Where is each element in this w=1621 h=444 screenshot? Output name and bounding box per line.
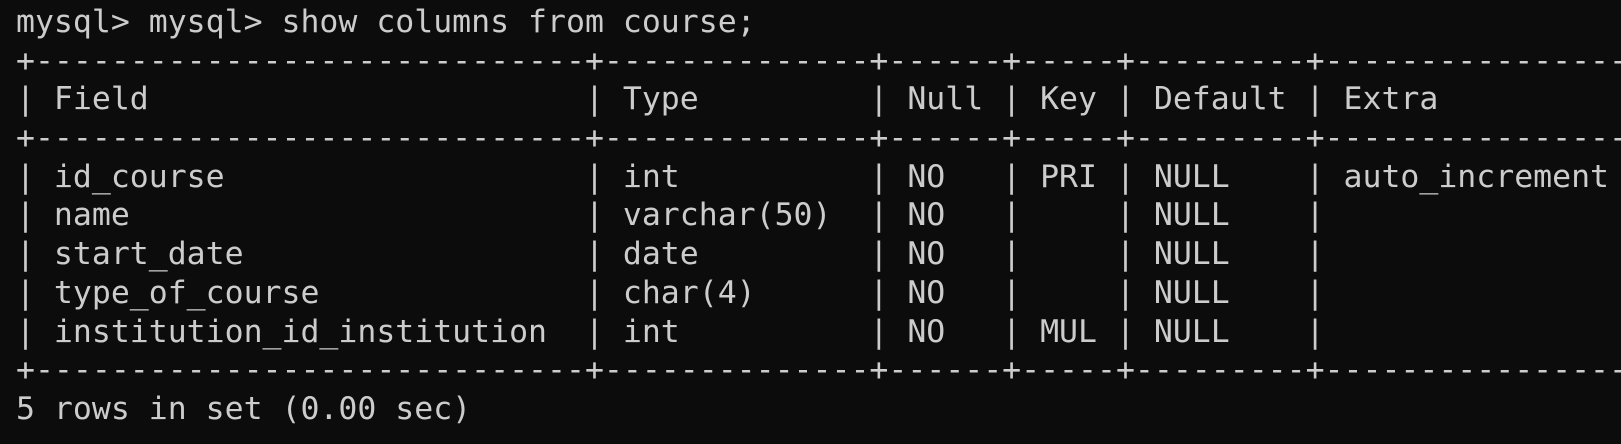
table-row: | type_of_course | char(4) | NO | | NULL… — [16, 274, 1621, 311]
table-row: | name | varchar(50) | NO | | NULL | | — [16, 197, 1621, 234]
result-summary-line: 5 rows in set (0.00 sec) — [16, 390, 472, 427]
terminal-window[interactable]: mysql> mysql> show columns from course; … — [0, 0, 1621, 444]
command-prompt-line: mysql> mysql> show columns from course; — [16, 4, 756, 40]
table-row: | id_course | int | NO | PRI | NULL | au… — [16, 158, 1621, 195]
table-row: | start_date | date | NO | | NULL | | — [16, 236, 1621, 273]
table-top-border: +-----------------------------+---------… — [16, 42, 1621, 79]
table-bottom-border: +-----------------------------+---------… — [16, 352, 1621, 389]
table-header-row: | Field | Type | Null | Key | Default | … — [16, 81, 1621, 118]
table-row: | institution_id_institution | int | NO … — [16, 313, 1621, 350]
table-header-border: +-----------------------------+---------… — [16, 120, 1621, 157]
